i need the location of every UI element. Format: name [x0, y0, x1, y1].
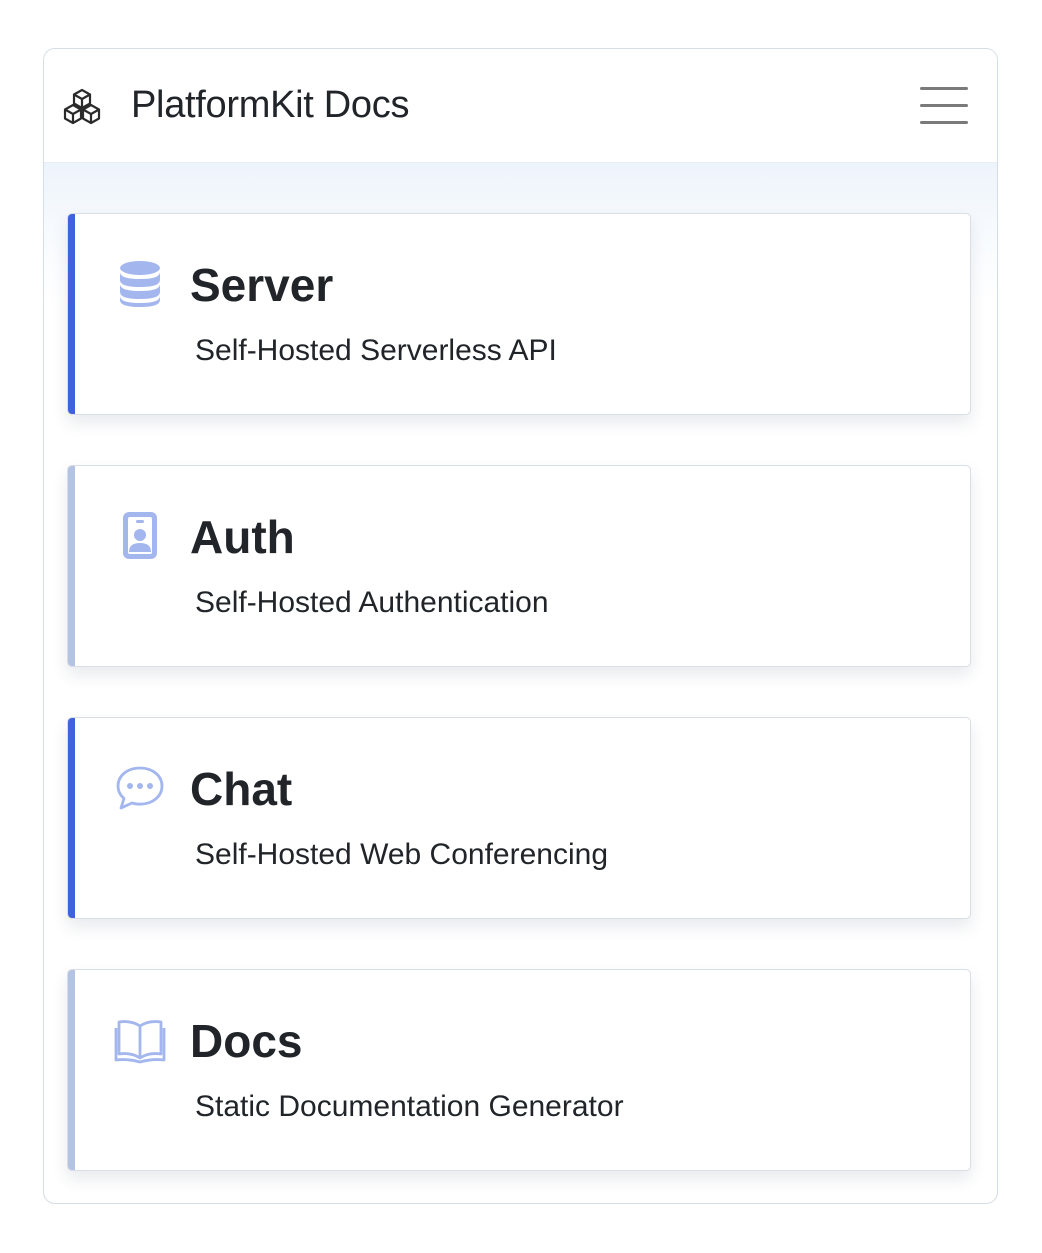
card-title: Server [190, 259, 334, 311]
card-title: Chat [190, 763, 293, 815]
brand-title[interactable]: PlatformKit Docs [131, 81, 409, 129]
card-description: Self-Hosted Serverless API [195, 334, 557, 367]
hamburger-menu-icon[interactable] [916, 84, 972, 128]
card-description: Static Documentation Generator [195, 1090, 624, 1123]
cubes-icon [63, 88, 101, 125]
card-docs[interactable]: Docs Static Documentation Generator [67, 969, 971, 1171]
card-accent-bar [68, 214, 75, 414]
navbar: PlatformKit Docs [44, 49, 997, 163]
card-accent-bar [68, 718, 75, 918]
card-accent-bar [68, 970, 75, 1170]
card-chat[interactable]: Chat Self-Hosted Web Conferencing [67, 717, 971, 919]
card-accent-bar [68, 466, 75, 666]
card-title: Docs [190, 1015, 303, 1067]
card-auth[interactable]: Auth Self-Hosted Authentication [67, 465, 971, 667]
card-description: Self-Hosted Web Conferencing [195, 838, 608, 871]
card-description: Self-Hosted Authentication [195, 586, 549, 619]
book-icon [114, 1020, 166, 1064]
chat-bubble-icon [116, 766, 164, 810]
id-badge-icon [123, 512, 157, 559]
app-frame: PlatformKit Docs Server Self-Hosted Serv… [43, 48, 998, 1204]
card-server[interactable]: Server Self-Hosted Serverless API [67, 213, 971, 415]
card-title: Auth [190, 511, 295, 563]
database-icon [120, 261, 160, 307]
